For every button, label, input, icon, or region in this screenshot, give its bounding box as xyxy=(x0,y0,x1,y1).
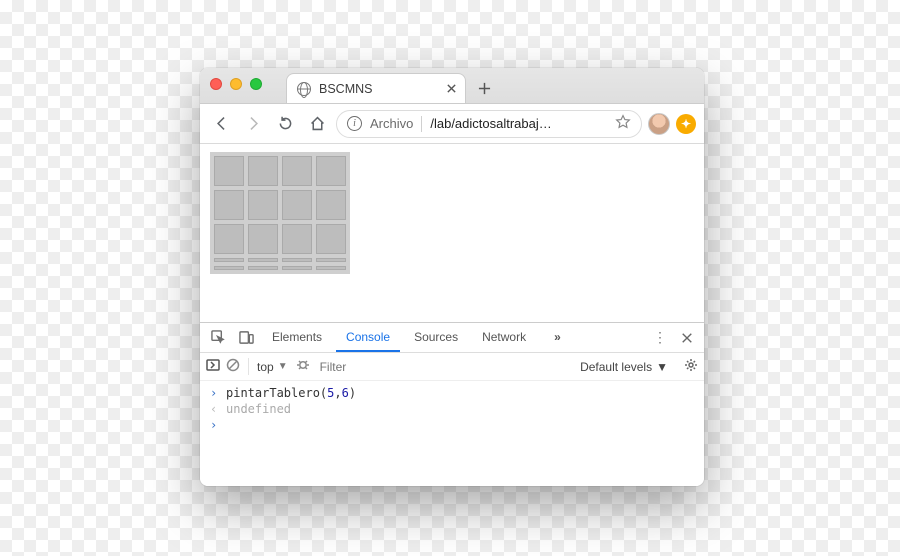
devtools-tabbar: Elements Console Sources Network » ⋮ xyxy=(200,323,704,353)
tab-title: BSCMNS xyxy=(319,82,438,96)
board-cell xyxy=(316,156,346,186)
board-cell xyxy=(214,224,244,254)
board-cell xyxy=(282,156,312,186)
site-info-icon[interactable]: i xyxy=(347,116,362,131)
devtools-panel: Elements Console Sources Network » ⋮ xyxy=(200,322,704,486)
toolbar: i Archivo /lab/adictosaltrabaj… ✦ xyxy=(200,104,704,144)
console-filter-input[interactable] xyxy=(318,359,388,375)
window-maximize-button[interactable] xyxy=(250,78,262,90)
tab-elements[interactable]: Elements xyxy=(262,323,332,352)
board-cell xyxy=(316,224,346,254)
window-close-button[interactable] xyxy=(210,78,222,90)
globe-icon xyxy=(297,82,311,96)
forward-button[interactable] xyxy=(240,111,266,137)
device-toolbar-icon[interactable] xyxy=(234,326,258,350)
board-cell xyxy=(248,190,278,220)
log-levels-label: Default levels xyxy=(580,360,652,374)
devtools-menu-icon[interactable]: ⋮ xyxy=(650,329,670,346)
context-selector[interactable]: top ▼ xyxy=(257,360,288,374)
input-chevron-icon: › xyxy=(210,386,220,400)
board-cell xyxy=(316,266,346,270)
browser-tab[interactable]: BSCMNS xyxy=(286,73,466,103)
board-cell xyxy=(248,224,278,254)
tab-network[interactable]: Network xyxy=(472,323,536,352)
console-line-input: › pintarTablero(5,6) xyxy=(200,385,704,401)
new-tab-button[interactable] xyxy=(470,74,498,102)
address-bar[interactable]: i Archivo /lab/adictosaltrabaj… xyxy=(336,110,642,138)
extension-badge[interactable]: ✦ xyxy=(676,114,696,134)
console-toolbar: top ▼ Default levels ▼ xyxy=(200,353,704,381)
console-sidebar-toggle-icon[interactable] xyxy=(206,358,220,375)
board-cell xyxy=(282,258,312,262)
board-cell xyxy=(214,266,244,270)
console-line-output: ‹ undefined xyxy=(200,401,704,417)
output-chevron-icon: ‹ xyxy=(210,402,220,416)
bookmark-star-icon[interactable] xyxy=(615,114,631,133)
console-prompt[interactable]: › xyxy=(200,417,704,433)
reload-button[interactable] xyxy=(272,111,298,137)
tab-console[interactable]: Console xyxy=(336,323,400,352)
game-board xyxy=(210,152,350,274)
board-cell xyxy=(316,190,346,220)
home-button[interactable] xyxy=(304,111,330,137)
window-controls xyxy=(210,78,262,90)
console-output-text: undefined xyxy=(226,402,291,416)
board-cell xyxy=(248,266,278,270)
inspect-element-icon[interactable] xyxy=(206,326,230,350)
address-scheme: Archivo xyxy=(370,116,413,131)
console-input-text: pintarTablero(5,6) xyxy=(226,386,356,400)
back-button[interactable] xyxy=(208,111,234,137)
board-cell xyxy=(214,156,244,186)
chevron-down-icon: ▼ xyxy=(656,360,668,374)
address-separator xyxy=(421,116,422,132)
board-cell xyxy=(282,224,312,254)
board-cell xyxy=(214,190,244,220)
tab-close-button[interactable] xyxy=(446,83,457,94)
board-cell xyxy=(282,190,312,220)
profile-avatar[interactable] xyxy=(648,113,670,135)
titlebar: BSCMNS xyxy=(200,68,704,104)
prompt-chevron-icon: › xyxy=(210,418,220,432)
board-cell xyxy=(282,266,312,270)
extension-badge-glyph: ✦ xyxy=(681,117,691,131)
chevron-down-icon: ▼ xyxy=(278,361,288,372)
log-levels-selector[interactable]: Default levels ▼ xyxy=(580,360,668,374)
browser-window: BSCMNS i Archivo /lab/adictosaltrabaj… xyxy=(200,68,704,486)
tab-sources[interactable]: Sources xyxy=(404,323,468,352)
board-cell xyxy=(214,258,244,262)
tabs-overflow-button[interactable]: » xyxy=(544,323,571,352)
window-minimize-button[interactable] xyxy=(230,78,242,90)
board-cell xyxy=(316,258,346,262)
address-path: /lab/adictosaltrabaj… xyxy=(430,116,607,131)
console-settings-icon[interactable] xyxy=(684,358,698,375)
page-viewport xyxy=(200,144,704,322)
board-cell xyxy=(248,156,278,186)
board-cell xyxy=(248,258,278,262)
context-selector-label: top xyxy=(257,360,274,374)
clear-console-icon[interactable] xyxy=(226,358,240,375)
console-output[interactable]: › pintarTablero(5,6) ‹ undefined › xyxy=(200,381,704,486)
live-expression-icon[interactable] xyxy=(296,358,310,375)
devtools-close-button[interactable] xyxy=(676,327,698,349)
